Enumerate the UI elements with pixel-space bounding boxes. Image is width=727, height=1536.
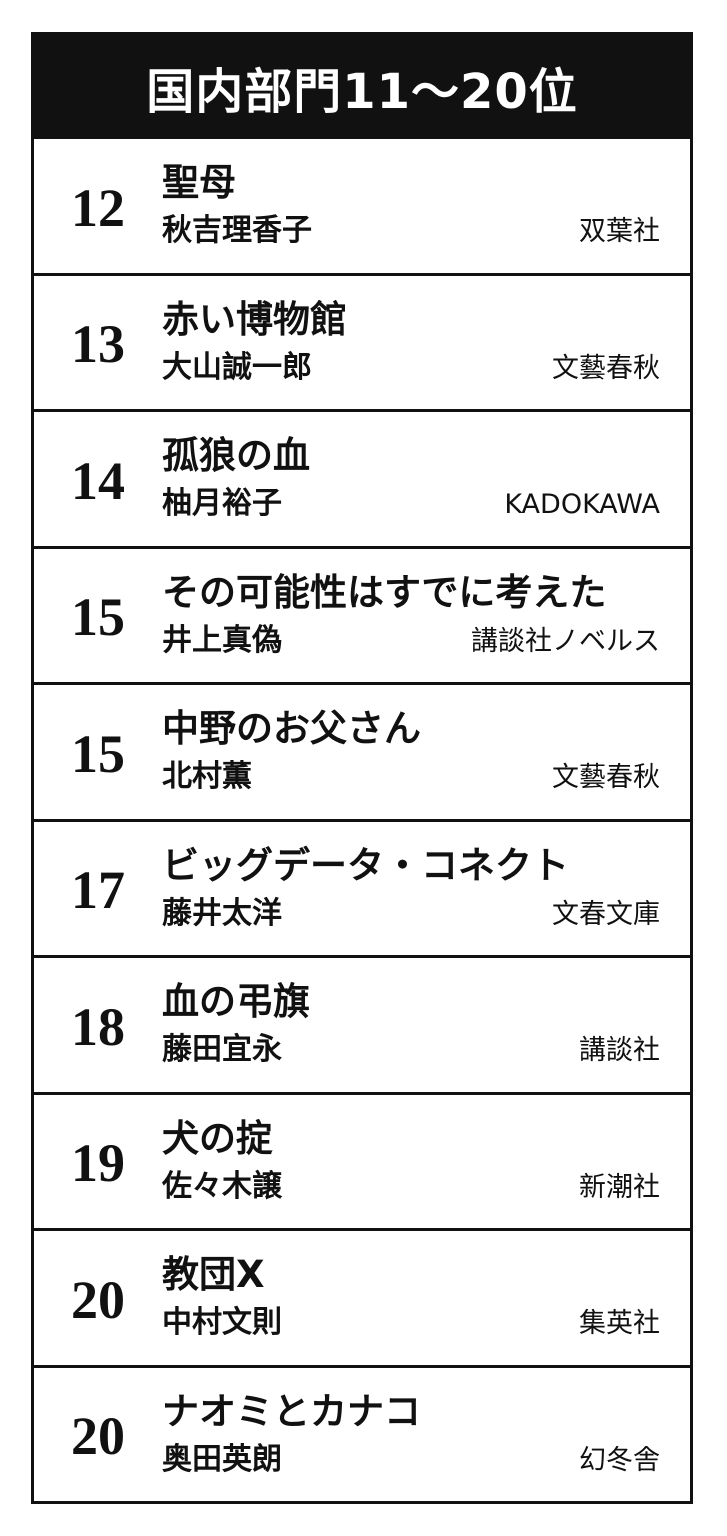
author-name: 大山誠一郎 [162, 349, 312, 385]
ranking-row: 20 ナオミとカナコ 奥田英朗 幻冬舎 [34, 1364, 690, 1502]
book-info: 血の弔旗 藤田宜永 講談社 [162, 958, 690, 1092]
ranking-row: 12 聖母 秋吉理香子 双葉社 [34, 139, 690, 273]
book-info: 赤い博物館 大山誠一郎 文藝春秋 [162, 276, 690, 410]
book-info: 犬の掟 佐々木譲 新潮社 [162, 1095, 690, 1229]
publisher-name: 文藝春秋 [552, 352, 660, 384]
rank-number: 12 [71, 177, 125, 238]
rank-number: 15 [71, 587, 125, 648]
book-info: 聖母 秋吉理香子 双葉社 [162, 139, 690, 273]
ranking-row: 20 教団X 中村文則 集英社 [34, 1228, 690, 1365]
book-info: 教団X 中村文則 集英社 [162, 1231, 690, 1365]
book-meta: 井上真偽 講談社ノベルス [162, 622, 660, 661]
book-meta: 柚月裕子 KADOKAWA [162, 485, 660, 524]
book-info: ビッグデータ・コネクト 藤井太洋 文春文庫 [162, 822, 690, 956]
book-title: 中野のお父さん [162, 707, 421, 751]
book-meta: 秋吉理香子 双葉社 [162, 212, 660, 251]
book-title: 赤い博物館 [162, 297, 347, 341]
publisher-name: 講談社 [579, 1035, 660, 1067]
rank-number: 13 [71, 314, 125, 375]
author-name: 秋吉理香子 [162, 213, 312, 249]
book-title: 教団X [162, 1253, 265, 1297]
book-title: ナオミとカナコ [162, 1389, 421, 1433]
publisher-name: 文藝春秋 [552, 762, 660, 794]
book-title: 孤狼の血 [162, 434, 310, 478]
rank-number: 14 [71, 450, 125, 511]
author-name: 藤田宜永 [162, 1032, 282, 1068]
book-meta: 大山誠一郎 文藝春秋 [162, 349, 660, 388]
book-meta: 北村薫 文藝春秋 [162, 758, 660, 797]
book-title: その可能性はすでに考えた [162, 570, 607, 614]
book-meta: 佐々木譲 新潮社 [162, 1168, 660, 1207]
ranking-row: 17 ビッグデータ・コネクト 藤井太洋 文春文庫 [34, 818, 690, 956]
publisher-name: KADOKAWA [504, 489, 660, 521]
author-name: 北村薫 [162, 759, 252, 795]
ranking-row: 14 孤狼の血 柚月裕子 KADOKAWA [34, 409, 690, 546]
publisher-name: 講談社ノベルス [471, 625, 660, 657]
publisher-name: 新潮社 [579, 1171, 660, 1203]
publisher-name: 集英社 [579, 1308, 660, 1340]
book-title: 聖母 [162, 161, 236, 205]
book-info: 孤狼の血 柚月裕子 KADOKAWA [162, 412, 690, 546]
rank-number: 20 [71, 1269, 125, 1330]
ranking-rows: 12 聖母 秋吉理香子 双葉社 13 赤い博物館 大山誠一郎 文藝春秋 14 孤… [34, 139, 690, 1501]
publisher-name: 幻冬舎 [579, 1444, 660, 1476]
author-name: 中村文則 [162, 1305, 282, 1341]
book-info: その可能性はすでに考えた 井上真偽 講談社ノベルス [162, 549, 690, 683]
book-meta: 藤井太洋 文春文庫 [162, 895, 660, 934]
book-info: ナオミとカナコ 奥田英朗 幻冬舎 [162, 1368, 690, 1502]
publisher-name: 双葉社 [579, 216, 660, 248]
author-name: 井上真偽 [162, 622, 282, 658]
table-title: 国内部門11～20位 [146, 64, 578, 120]
author-name: 柚月裕子 [162, 486, 282, 522]
rank-number: 19 [71, 1133, 125, 1194]
author-name: 佐々木譲 [162, 1168, 282, 1204]
rank-number: 17 [71, 860, 125, 921]
ranking-table: 国内部門11～20位 12 聖母 秋吉理香子 双葉社 13 赤い博物館 大山誠一… [31, 32, 693, 1504]
book-title: 犬の掟 [162, 1116, 273, 1160]
book-info: 中野のお父さん 北村薫 文藝春秋 [162, 685, 690, 819]
rank-number: 18 [71, 996, 125, 1057]
ranking-row: 19 犬の掟 佐々木譲 新潮社 [34, 1091, 690, 1229]
ranking-row: 15 中野のお父さん 北村薫 文藝春秋 [34, 682, 690, 819]
rank-number: 20 [71, 1406, 125, 1467]
rank-number: 15 [71, 723, 125, 784]
book-title: ビッグデータ・コネクト [162, 843, 569, 887]
book-title: 血の弔旗 [162, 980, 310, 1024]
book-meta: 中村文則 集英社 [162, 1304, 660, 1343]
book-meta: 奥田英朗 幻冬舎 [162, 1441, 660, 1480]
author-name: 藤井太洋 [162, 895, 282, 931]
ranking-row: 13 赤い博物館 大山誠一郎 文藝春秋 [34, 272, 690, 410]
author-name: 奥田英朗 [162, 1441, 282, 1477]
book-meta: 藤田宜永 講談社 [162, 1031, 660, 1070]
publisher-name: 文春文庫 [552, 898, 660, 930]
table-header: 国内部門11～20位 [34, 35, 690, 139]
ranking-row: 18 血の弔旗 藤田宜永 講談社 [34, 955, 690, 1092]
ranking-row: 15 その可能性はすでに考えた 井上真偽 講談社ノベルス [34, 545, 690, 683]
